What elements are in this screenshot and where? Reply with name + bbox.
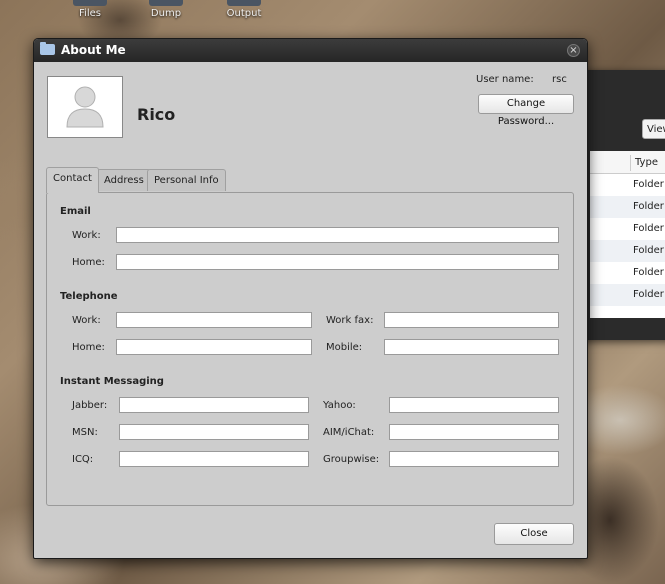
list-item[interactable]: Folder (590, 284, 665, 306)
user-name-value: rsc (552, 74, 567, 85)
tab-contact[interactable]: Contact (46, 167, 99, 193)
jabber-label: Jabber: (72, 400, 108, 411)
email-work-label: Work: (72, 230, 101, 241)
icq-label: ICQ: (72, 454, 94, 465)
email-home-label: Home: (72, 257, 105, 268)
work-fax-label: Work fax: (326, 315, 374, 326)
jabber-field[interactable] (119, 397, 309, 413)
contact-panel: Email Work: Home: Telephone Work: Work f… (46, 192, 574, 506)
desktop-icon-files[interactable]: Files (60, 0, 120, 19)
phone-work-field[interactable] (116, 312, 312, 328)
desktop-icon-dump[interactable]: Dump (136, 0, 196, 19)
full-name: Rico (137, 105, 176, 124)
change-password-button[interactable]: Change Password... (478, 94, 574, 127)
yahoo-field[interactable] (389, 397, 559, 413)
mobile-label: Mobile: (326, 342, 363, 353)
folder-icon (73, 0, 107, 6)
desktop-icon-output[interactable]: Output (214, 0, 274, 19)
msn-field[interactable] (119, 424, 309, 440)
im-heading: Instant Messaging (60, 376, 164, 387)
list-item[interactable]: Folder (590, 218, 665, 240)
msn-label: MSN: (72, 427, 98, 438)
groupwise-label: Groupwise: (323, 454, 380, 465)
aim-field[interactable] (389, 424, 559, 440)
email-work-field[interactable] (116, 227, 559, 243)
groupwise-field[interactable] (389, 451, 559, 467)
list-item[interactable]: Folder (590, 262, 665, 284)
folder-icon (40, 42, 55, 55)
user-photo-button[interactable] (47, 76, 123, 138)
tab-personal-info[interactable]: Personal Info (147, 169, 226, 191)
view-button[interactable]: View (642, 119, 665, 139)
tab-address[interactable]: Address (97, 169, 151, 191)
close-button[interactable]: Close (494, 523, 574, 545)
phone-work-label: Work: (72, 315, 101, 326)
phone-home-label: Home: (72, 342, 105, 353)
icq-field[interactable] (119, 451, 309, 467)
yahoo-label: Yahoo: (323, 400, 356, 411)
list-item[interactable]: Folder (590, 196, 665, 218)
title-bar[interactable]: About Me × (34, 39, 587, 62)
work-fax-field[interactable] (384, 312, 559, 328)
email-home-field[interactable] (116, 254, 559, 270)
telephone-heading: Telephone (60, 291, 118, 302)
file-list[interactable]: Type Folder Folder Folder Folder Folder … (590, 151, 665, 318)
user-name-label: User name: (476, 74, 534, 85)
list-item[interactable]: Folder (590, 174, 665, 196)
email-heading: Email (60, 206, 91, 217)
column-type[interactable]: Type (630, 155, 658, 171)
desktop-icon-label: Dump (150, 8, 182, 19)
folder-icon (149, 0, 183, 6)
list-item[interactable]: Folder (590, 240, 665, 262)
aim-label: AIM/iChat: (323, 427, 375, 438)
folder-icon (227, 0, 261, 6)
close-icon: × (569, 45, 578, 56)
column-header[interactable]: Type (590, 151, 665, 174)
window-title: About Me (61, 43, 126, 57)
mobile-field[interactable] (384, 339, 559, 355)
user-avatar-icon (66, 86, 104, 128)
desktop-icon-label: Output (226, 8, 262, 19)
desktop-icon-label: Files (79, 8, 101, 19)
close-window-button[interactable]: × (567, 44, 580, 57)
about-me-dialog: About Me × Rico User name: rsc Change Pa… (33, 38, 588, 559)
phone-home-field[interactable] (116, 339, 312, 355)
